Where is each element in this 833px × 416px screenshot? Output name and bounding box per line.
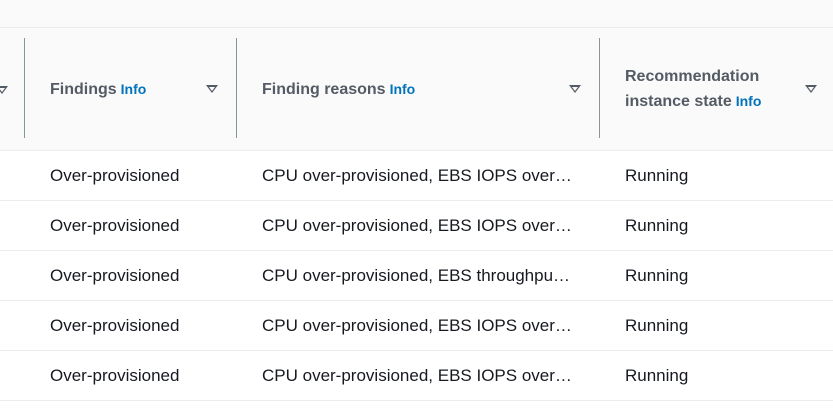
column-header-recommendation-instance-state[interactable]: Recommendation instance state Info (600, 28, 833, 150)
instance-state-cell: Running (625, 316, 689, 335)
instance-state-cell: Running (625, 166, 689, 185)
column-header-label: Recommendation instance state Info (625, 68, 762, 110)
table-header: Findings Info Finding reasons Info Recomme… (0, 28, 833, 151)
finding-cell: Over-provisioned (50, 316, 180, 335)
finding-reasons-cell: CPU over-provisioned, EBS throughput ove… (262, 266, 574, 285)
finding-reasons-cell: CPU over-provisioned, EBS IOPS over-prov… (262, 166, 574, 185)
sort-caret-icon[interactable] (206, 85, 218, 93)
finding-reasons-cell: CPU over-provisioned, EBS IOPS over-prov… (262, 216, 574, 235)
instance-state-cell: Running (625, 366, 689, 385)
instance-state-cell: Running (625, 216, 689, 235)
table-row[interactable]: Over-provisioned CPU over-provisioned, E… (0, 151, 833, 201)
table-row[interactable]: Over-provisioned CPU over-provisioned, E… (0, 301, 833, 351)
sort-caret-icon[interactable] (805, 85, 817, 93)
finding-cell: Over-provisioned (50, 266, 180, 285)
column-header-previous[interactable] (0, 28, 24, 150)
sort-caret-icon[interactable] (569, 85, 581, 93)
finding-reasons-cell: CPU over-provisioned, EBS IOPS over-prov… (262, 366, 574, 385)
table-body: Over-provisioned CPU over-provisioned, E… (0, 151, 833, 401)
sort-caret-icon[interactable] (0, 86, 8, 94)
column-header-label: Finding reasons Info (262, 81, 416, 98)
instance-state-cell: Running (625, 266, 689, 285)
info-link[interactable]: Info (390, 81, 416, 97)
finding-reasons-cell: CPU over-provisioned, EBS IOPS over-prov… (262, 316, 574, 335)
column-header-label: Findings Info (50, 81, 147, 98)
finding-cell: Over-provisioned (50, 166, 180, 185)
column-header-findings[interactable]: Findings Info (25, 28, 236, 150)
finding-cell: Over-provisioned (50, 366, 180, 385)
info-link[interactable]: Info (736, 93, 762, 109)
column-header-finding-reasons[interactable]: Finding reasons Info (237, 28, 599, 150)
info-link[interactable]: Info (121, 81, 147, 97)
finding-cell: Over-provisioned (50, 216, 180, 235)
table-row[interactable]: Over-provisioned CPU over-provisioned, E… (0, 351, 833, 401)
table-row[interactable]: Over-provisioned CPU over-provisioned, E… (0, 251, 833, 301)
table-row[interactable]: Over-provisioned CPU over-provisioned, E… (0, 201, 833, 251)
table-top-band (0, 0, 833, 28)
